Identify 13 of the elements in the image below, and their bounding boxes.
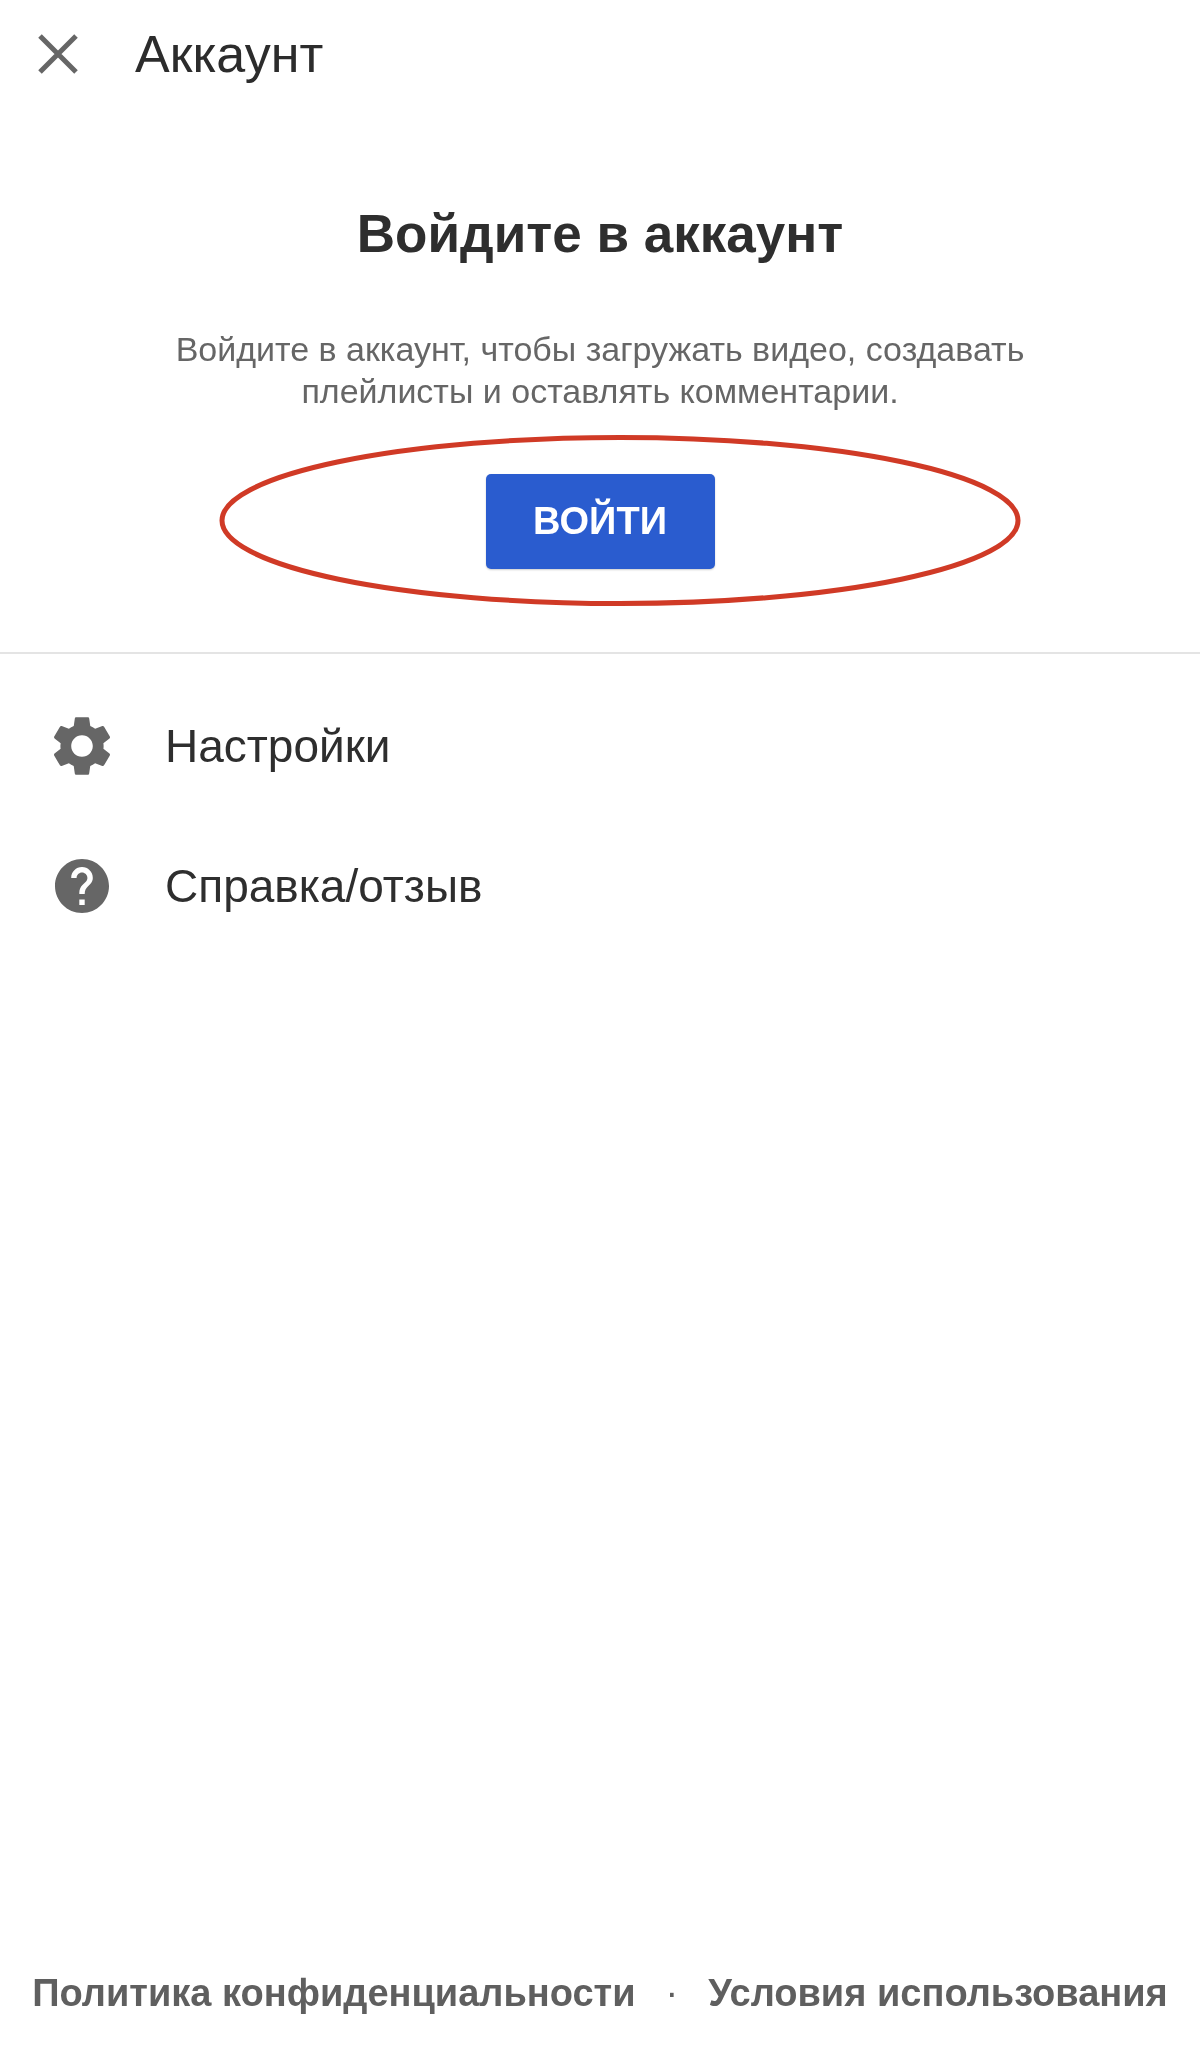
close-button[interactable] — [37, 33, 79, 75]
gear-icon — [54, 716, 110, 776]
terms-of-use-link[interactable]: Условия использования — [708, 1969, 1168, 2017]
menu-item[interactable]: Справка/отзыв — [0, 816, 1200, 956]
privacy-policy-link[interactable]: Политика конфиденциальности — [32, 1969, 636, 2017]
help-icon — [55, 859, 109, 913]
close-icon — [37, 33, 79, 75]
sign-in-description: Войдите в аккаунт, чтобы загружать видео, создавать плейлисты и оставлять комментарии. — [174, 329, 1026, 412]
sign-in-heading: Войдите в аккаунт — [355, 203, 845, 265]
footer-separator: · — [665, 1971, 679, 2016]
sign-in-button[interactable]: ВОЙТИ — [485, 474, 715, 569]
menu-item[interactable]: Настройки — [0, 676, 1200, 816]
page-title: Аккаунт — [135, 24, 324, 85]
